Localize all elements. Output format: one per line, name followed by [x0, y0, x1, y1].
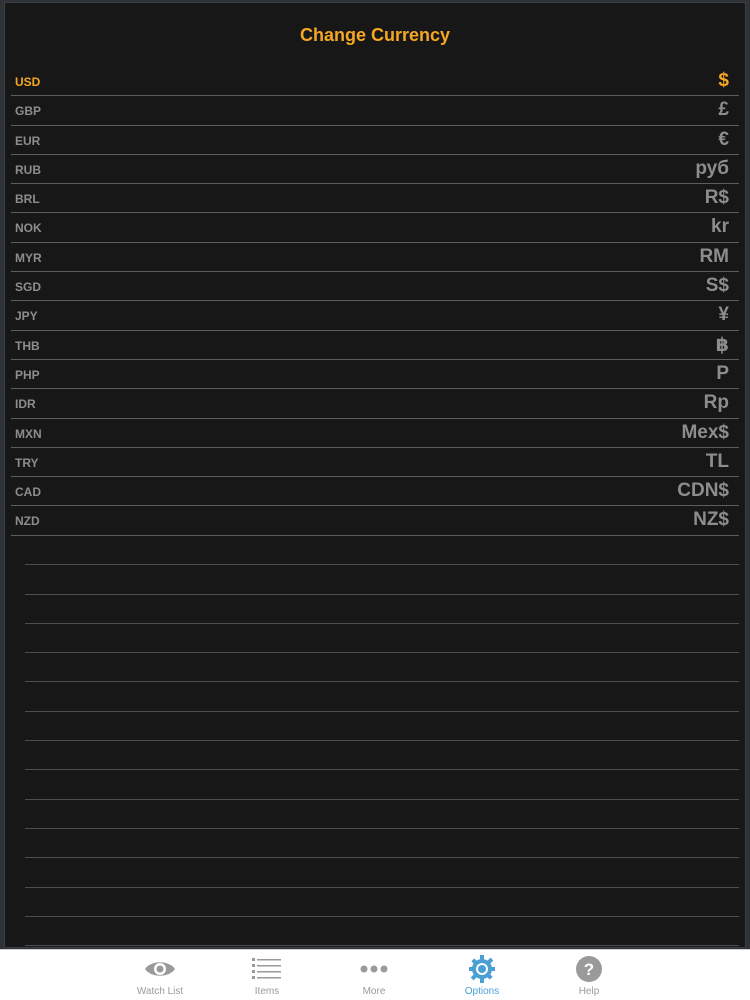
currency-symbol: ¥	[718, 304, 729, 326]
empty-row	[25, 888, 739, 917]
currency-symbol: ฿	[715, 334, 729, 356]
currency-symbol: R$	[704, 187, 729, 209]
currency-symbol: $	[718, 70, 729, 91]
currency-row-rub[interactable]: RUB руб	[11, 155, 739, 185]
empty-row	[25, 770, 739, 800]
help-icon: ?	[576, 956, 602, 982]
currency-row-myr[interactable]: MYR RM	[11, 243, 739, 273]
currency-list: USD $ GBP £ EUR € RUB руб BRL R$ NOK kr	[11, 67, 739, 536]
empty-row	[25, 800, 739, 829]
currency-row-idr[interactable]: IDR Rp	[11, 389, 739, 419]
currency-symbol: CDN$	[677, 480, 729, 502]
eye-icon	[145, 962, 175, 976]
tab-label: Help	[578, 986, 600, 997]
currency-code: EUR	[15, 133, 41, 148]
currency-code: RUB	[15, 162, 41, 177]
tab-label: Watch List	[136, 986, 184, 997]
currency-row-sgd[interactable]: SGD S$	[11, 272, 739, 302]
tab-label: Items	[254, 986, 280, 997]
list-icon	[252, 958, 281, 979]
empty-row	[25, 595, 739, 624]
currency-row-usd[interactable]: USD $	[11, 67, 739, 97]
tab-label: More	[362, 986, 386, 997]
currency-row-cad[interactable]: CAD CDN$	[11, 477, 739, 507]
empty-row	[25, 653, 739, 683]
currency-row-jpy[interactable]: JPY ¥	[11, 301, 739, 331]
currency-code: TRY	[15, 455, 39, 470]
currency-symbol: TL	[705, 450, 729, 472]
currency-row-brl[interactable]: BRL R$	[11, 184, 739, 214]
currency-symbol: £	[718, 99, 729, 121]
currency-code: SGD	[15, 280, 42, 295]
empty-row	[25, 624, 739, 654]
more-dots-icon	[360, 965, 388, 973]
currency-row-try[interactable]: TRY TL	[11, 448, 739, 478]
currency-code: CAD	[15, 485, 41, 500]
tab-more[interactable]: More	[329, 950, 419, 1000]
currency-row-php[interactable]: PHP P	[11, 360, 739, 390]
currency-row-nok[interactable]: NOK kr	[11, 213, 739, 243]
tab-items[interactable]: Items	[222, 950, 312, 1000]
empty-row	[25, 917, 739, 947]
currency-row-thb[interactable]: THB ฿	[11, 331, 739, 360]
currency-code: MXN	[15, 426, 42, 441]
empty-row	[25, 829, 739, 859]
currency-code: MYR	[15, 250, 42, 265]
app-screen: Change Currency USD $ GBP £ EUR € RUB ру…	[0, 0, 750, 1000]
empty-row	[25, 741, 739, 771]
currency-row-mxn[interactable]: MXN Mex$	[11, 419, 739, 448]
currency-code: BRL	[15, 192, 40, 207]
currency-symbol: руб	[695, 157, 729, 179]
currency-panel: Change Currency USD $ GBP £ EUR € RUB ру…	[4, 2, 746, 948]
currency-symbol: Mex$	[681, 421, 729, 443]
currency-code: IDR	[15, 397, 36, 412]
tab-label: Options	[464, 986, 500, 997]
tab-watch-list[interactable]: Watch List	[115, 950, 205, 1000]
currency-symbol: NZ$	[693, 509, 729, 531]
tab-options[interactable]: Options	[437, 950, 527, 1000]
currency-code: USD	[15, 75, 41, 89]
currency-code: NZD	[15, 514, 40, 529]
empty-row	[25, 858, 739, 888]
currency-row-gbp[interactable]: GBP £	[11, 96, 739, 126]
currency-symbol: S$	[705, 275, 729, 297]
page-title: Change Currency	[299, 25, 451, 45]
currency-code: PHP	[15, 367, 40, 382]
tab-bar: Watch List Items More Options ? Help	[0, 949, 750, 1000]
currency-row-nzd[interactable]: NZD NZ$	[11, 506, 739, 536]
currency-symbol: €	[718, 128, 729, 150]
currency-symbol: P	[716, 362, 729, 384]
currency-code: GBP	[15, 104, 42, 119]
empty-row	[25, 536, 739, 566]
currency-symbol: kr	[711, 216, 729, 238]
currency-symbol: RM	[699, 245, 729, 267]
currency-code: NOK	[15, 221, 42, 236]
currency-symbol: Rp	[703, 392, 729, 414]
empty-row	[25, 682, 739, 712]
currency-row-eur[interactable]: EUR €	[11, 126, 739, 155]
currency-code: JPY	[15, 309, 38, 324]
empty-row	[25, 565, 739, 595]
svg-text:?: ?	[584, 960, 594, 979]
tab-help[interactable]: ? Help	[544, 950, 634, 1000]
gear-icon	[469, 955, 495, 983]
empty-list-lines	[25, 536, 739, 947]
empty-row	[25, 712, 739, 742]
currency-code: THB	[15, 338, 40, 353]
